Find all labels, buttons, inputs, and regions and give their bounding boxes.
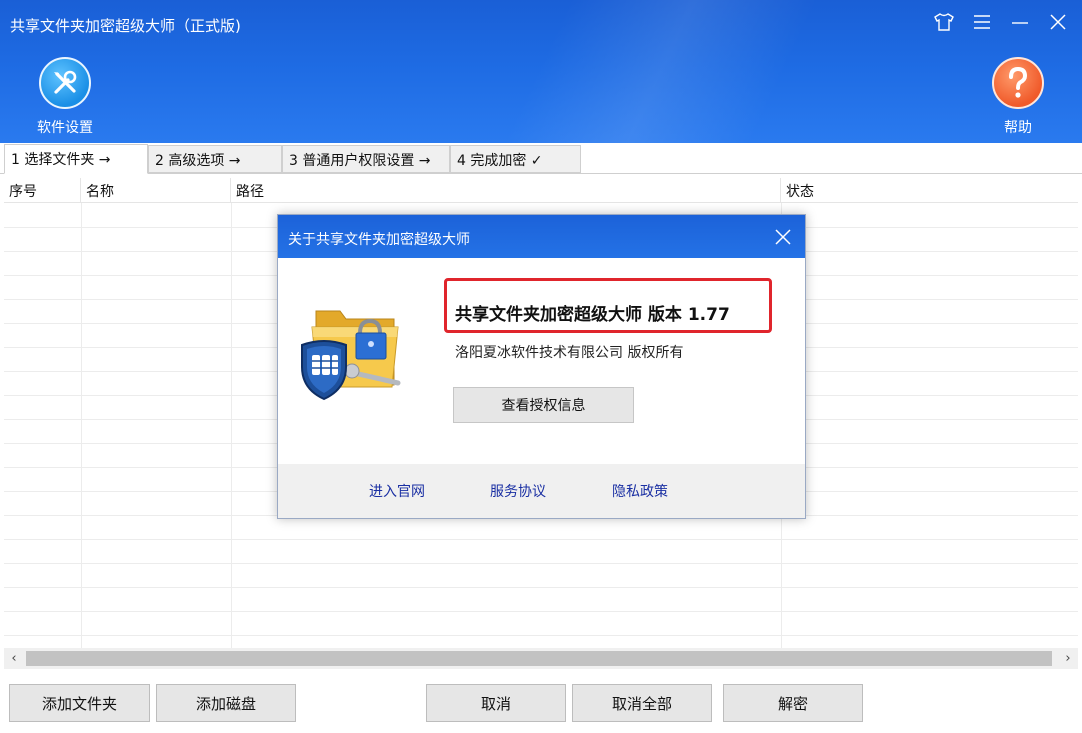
column-divider [231,203,232,648]
column-header-status[interactable]: 状态 [781,178,1078,203]
add-folder-button[interactable]: 添加文件夹 [9,684,150,722]
dialog-title-bar: 关于共享文件夹加密超级大师 [278,215,805,258]
window-title: 共享文件夹加密超级大师（正式版) [10,17,241,35]
service-agreement-link[interactable]: 服务协议 [490,481,546,501]
column-header-name[interactable]: 名称 [81,178,231,203]
tab-user-permissions[interactable]: 3 普通用户权限设置 → [282,145,450,173]
cancel-button[interactable]: 取消 [426,684,566,722]
help-label: 帮助 [1004,120,1032,136]
version-text: 共享文件夹加密超级大师 版本 1.77 [455,305,730,325]
software-settings-button[interactable]: 软件设置 [20,57,110,137]
horizontal-scrollbar[interactable]: ‹ › [4,648,1078,669]
column-header-path[interactable]: 路径 [231,178,781,203]
row-divider [4,539,1078,540]
minimize-icon[interactable] [1008,10,1032,34]
app-header: 共享文件夹加密超级大师（正式版) 软件设置 帮助 [0,0,1082,143]
scrollbar-thumb[interactable] [26,651,1052,666]
menu-icon[interactable] [970,10,994,34]
software-settings-label: 软件设置 [37,120,93,136]
row-divider [4,611,1078,612]
folder-lock-logo-icon [294,293,406,405]
add-disk-button[interactable]: 添加磁盘 [156,684,296,722]
scroll-right-icon[interactable]: › [1058,648,1078,669]
official-site-link[interactable]: 进入官网 [369,481,425,501]
step-tabs: 1 选择文件夹 → 2 高级选项 → 3 普通用户权限设置 → 4 完成加密 ✓ [0,143,1082,174]
skin-shirt-icon[interactable] [932,10,956,34]
tab-select-folder[interactable]: 1 选择文件夹 → [4,144,148,174]
row-divider [4,587,1078,588]
help-button[interactable]: 帮助 [973,57,1063,137]
row-divider [4,563,1078,564]
column-divider [81,203,82,648]
copyright-text: 洛阳夏冰软件技术有限公司 版权所有 [455,345,684,361]
close-icon[interactable] [1046,10,1070,34]
dialog-footer: 进入官网 服务协议 隐私政策 [278,464,805,518]
about-dialog: 关于共享文件夹加密超级大师 共享文件夹加密超级大师 版本 1.77 洛阳夏冰软件… [277,214,806,519]
tab-advanced-options[interactable]: 2 高级选项 → [148,145,282,173]
column-header-index[interactable]: 序号 [4,178,81,203]
decrypt-button[interactable]: 解密 [723,684,863,722]
dialog-close-icon[interactable] [771,225,795,249]
view-license-button[interactable]: 查看授权信息 [453,387,634,423]
row-divider [4,635,1078,636]
tab-finish-encryption[interactable]: 4 完成加密 ✓ [450,145,581,173]
scroll-left-icon[interactable]: ‹ [4,648,24,669]
question-mark-icon [992,57,1044,109]
table-header: 序号 名称 路径 状态 [4,178,1078,203]
cancel-all-button[interactable]: 取消全部 [572,684,712,722]
dialog-title: 关于共享文件夹加密超级大师 [288,232,470,248]
privacy-policy-link[interactable]: 隐私政策 [612,481,668,501]
window-controls [932,10,1070,34]
tools-icon [39,57,91,109]
